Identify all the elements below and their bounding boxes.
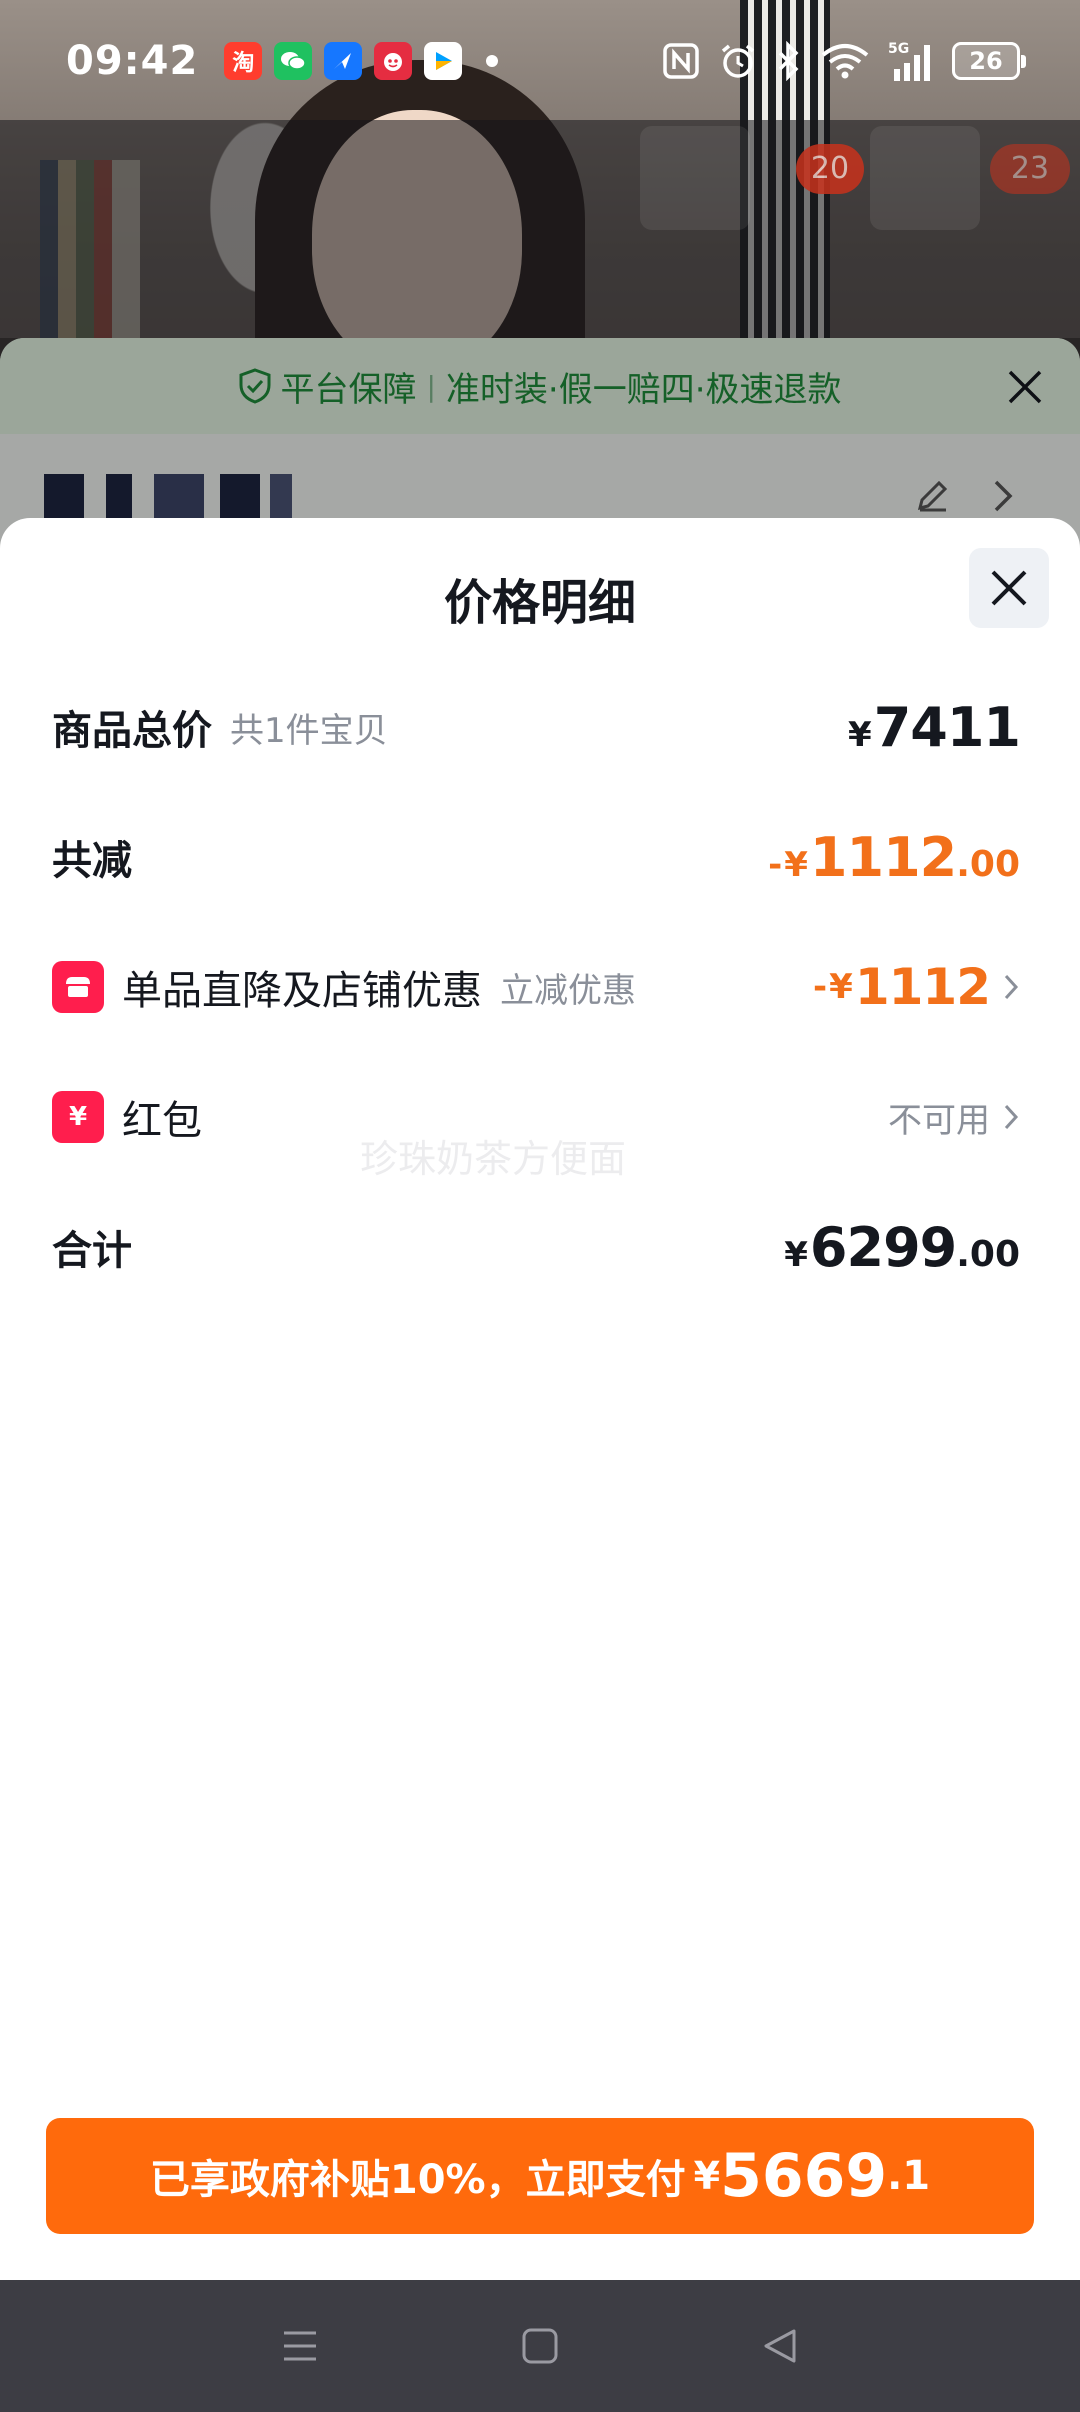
background-badge: 23 [990, 144, 1070, 194]
goods-total-value: ¥ 7411 [848, 695, 1021, 759]
sum-amount: 6299 [809, 1215, 957, 1279]
goods-total-label: 商品总价 [52, 708, 212, 754]
battery-indicator: 26 [952, 42, 1026, 80]
back-icon [764, 2329, 796, 2363]
goods-total-amount: 7411 [873, 695, 1021, 759]
background-thumbnail [870, 126, 980, 230]
total-discount-row: 共减 - ¥ 1112 .00 [52, 802, 1020, 912]
store-icon [52, 961, 104, 1013]
status-right: 5G 26 [662, 39, 1026, 83]
sum-decimal: .00 [956, 1233, 1020, 1275]
home-nav-button[interactable] [505, 2311, 575, 2381]
home-icon [522, 2328, 558, 2364]
alarm-icon [718, 41, 758, 81]
close-icon [991, 570, 1027, 606]
background-badge: 20 [796, 144, 864, 194]
sum-value: ¥ 6299 .00 [784, 1216, 1020, 1279]
menu-icon [284, 2331, 316, 2361]
status-bar: 09:42 淘 5G 26 [0, 0, 1080, 122]
alipay-icon [324, 42, 363, 80]
menu-nav-button[interactable] [265, 2311, 335, 2381]
store-discount-value: - ¥ 1112 [813, 958, 1020, 1016]
pay-button-label: 已享政府补贴10%，立即支付 [149, 2157, 686, 2203]
watermark-text: 珍珠奶茶方便面 [360, 1137, 627, 1181]
sum-label: 合计 [52, 1228, 132, 1274]
currency-symbol: ¥ [848, 714, 872, 755]
minus-sign: - [813, 967, 828, 1007]
pay-amount: 5669 [720, 2141, 888, 2211]
nfc-icon [662, 42, 700, 80]
red-packet-value: 不可用 [888, 1093, 1020, 1142]
price-detail-sheet: 价格明细 商品总价 共1件宝贝 ¥ 7411 共减 - ¥ 1112 .00 单… [0, 518, 1080, 2280]
wechat-icon [274, 42, 313, 80]
sum-row: 合计 ¥ 6299 .00 [52, 1192, 1020, 1302]
wifi-icon [820, 41, 870, 81]
red-packet-label: 红包 [122, 1098, 202, 1144]
minus-sign: - [768, 844, 783, 885]
status-time: 09:42 [66, 38, 199, 84]
pay-currency: ¥ [693, 2154, 721, 2198]
system-nav-bar [0, 2280, 1080, 2412]
store-discount-label: 单品直降及店铺优惠 [122, 968, 482, 1014]
red-packet-status: 不可用 [888, 1100, 990, 1141]
store-discount-amount: 1112 [854, 958, 991, 1016]
total-discount-value: - ¥ 1112 .00 [768, 826, 1020, 889]
sheet-title: 价格明细 [443, 575, 636, 631]
close-button[interactable] [969, 548, 1049, 628]
taobao-icon: 淘 [224, 42, 263, 80]
goods-total-row: 商品总价 共1件宝贝 ¥ 7411 [52, 672, 1021, 782]
chevron-right-icon [1002, 972, 1020, 1002]
svg-text:5G: 5G [888, 41, 909, 57]
store-discount-sub: 立减优惠 [500, 970, 636, 1011]
total-discount-label: 共减 [52, 838, 132, 884]
total-discount-amount: 1112 [809, 825, 957, 889]
cellular-signal-icon: 5G [888, 39, 934, 83]
notification-dot-icon [486, 55, 499, 67]
red-packet-icon: ¥ [52, 1091, 104, 1143]
background-thumbnail [640, 126, 750, 230]
currency-symbol: ¥ [829, 967, 853, 1007]
currency-symbol: ¥ [784, 1234, 808, 1275]
goods-count: 共1件宝贝 [230, 710, 388, 751]
total-discount-decimal: .00 [956, 843, 1020, 885]
video-app-icon [424, 42, 463, 80]
store-discount-row[interactable]: 单品直降及店铺优惠 立减优惠 - ¥ 1112 [52, 932, 1020, 1042]
currency-symbol: ¥ [784, 844, 808, 885]
pay-decimal: .1 [887, 2153, 931, 2199]
pay-now-button[interactable]: 已享政府补贴10%，立即支付 ¥ 5669 .1 [46, 2118, 1034, 2234]
chevron-right-icon [1002, 1102, 1020, 1132]
pinduoduo-icon [374, 42, 413, 80]
bluetooth-icon [776, 41, 802, 81]
back-nav-button[interactable] [745, 2311, 815, 2381]
